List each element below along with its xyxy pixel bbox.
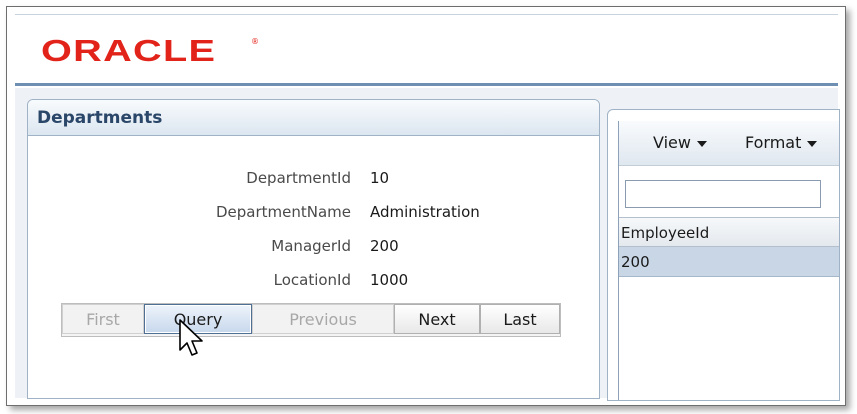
last-button[interactable]: Last: [480, 304, 560, 334]
field-location-id: LocationId 1000: [28, 269, 588, 291]
field-label: LocationId: [273, 271, 351, 289]
table-toolbar: View Format: [619, 121, 839, 166]
chevron-down-icon: [696, 140, 707, 147]
format-menu-label: Format: [745, 133, 802, 152]
field-department-name: DepartmentName Administration: [28, 201, 588, 223]
field-value: 200: [370, 237, 399, 255]
next-button[interactable]: Next: [394, 304, 480, 334]
first-button[interactable]: First: [62, 304, 144, 334]
field-value: Administration: [370, 203, 480, 221]
oracle-logo: ORACLE: [41, 33, 217, 68]
format-menu[interactable]: Format: [745, 133, 818, 152]
field-value: 10: [370, 169, 390, 187]
column-filter-input[interactable]: [625, 180, 821, 208]
view-menu-label: View: [653, 133, 691, 152]
column-header-employee-id[interactable]: EmployeeId: [619, 217, 839, 247]
mouse-pointer-icon: [179, 319, 203, 356]
departments-panel-header: Departments: [28, 100, 599, 136]
field-manager-id: ManagerId 200: [28, 235, 588, 257]
field-value: 1000: [370, 271, 409, 289]
chevron-down-icon: [807, 140, 818, 147]
field-label: DepartmentId: [246, 169, 351, 187]
employees-panel: View Format EmployeeId 200: [607, 109, 840, 401]
departments-panel: Departments DepartmentId 10 DepartmentNa…: [27, 99, 600, 399]
view-menu[interactable]: View: [653, 133, 707, 152]
brand-bar: ORACLE ®: [15, 14, 838, 86]
navigation-button-bar: First Query Previous Next Last: [61, 303, 561, 337]
employees-table: View Format EmployeeId 200: [618, 121, 839, 400]
field-label: ManagerId: [271, 237, 351, 255]
registered-mark: ®: [251, 37, 259, 46]
table-row[interactable]: 200: [619, 247, 839, 277]
field-label: DepartmentName: [215, 203, 351, 221]
previous-button[interactable]: Previous: [252, 304, 394, 334]
field-department-id: DepartmentId 10: [28, 167, 588, 189]
panel-title: Departments: [37, 107, 163, 128]
